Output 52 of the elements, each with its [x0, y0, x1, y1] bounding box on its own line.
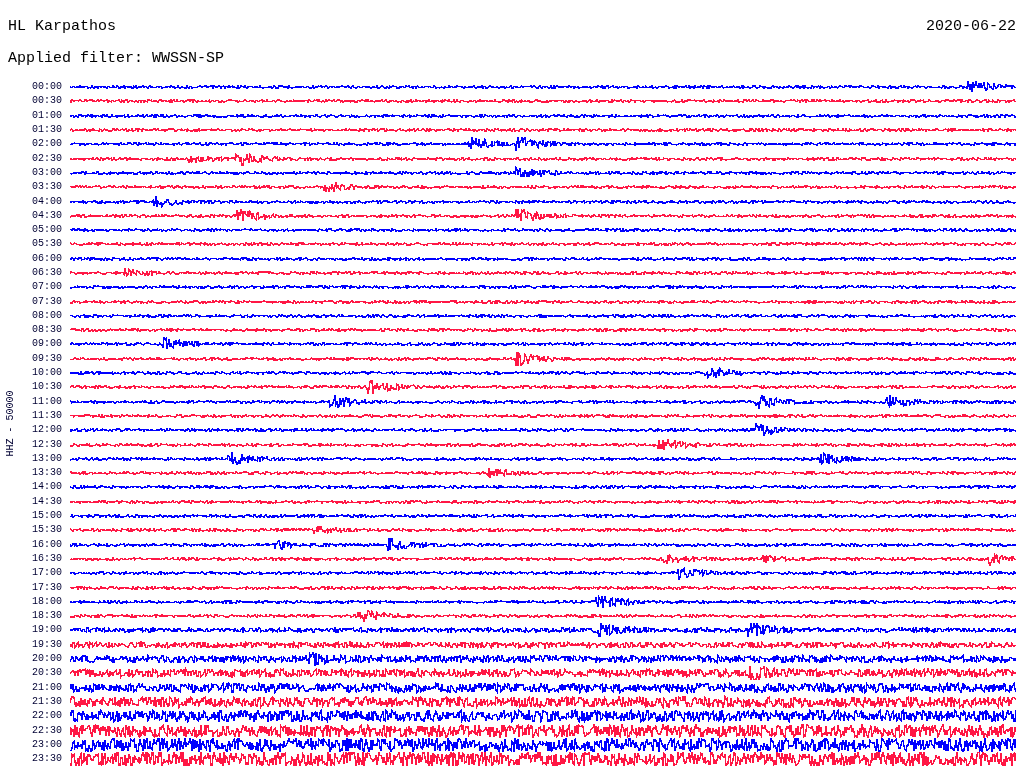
time-label: 05:00	[31, 224, 63, 237]
time-label: 18:30	[31, 610, 63, 623]
time-label: 17:30	[31, 581, 63, 594]
time-label: 09:00	[31, 338, 63, 351]
time-label: 10:00	[31, 367, 63, 380]
time-label: 21:00	[31, 681, 63, 694]
time-label: 14:00	[31, 481, 63, 494]
time-label: 22:00	[31, 710, 63, 723]
filter-label: Applied filter: WWSSN-SP	[8, 50, 225, 67]
time-label: 07:30	[31, 295, 63, 308]
time-label: 19:00	[31, 624, 63, 637]
time-label: 08:30	[31, 324, 63, 337]
time-label: 11:30	[31, 409, 63, 422]
time-label: 16:00	[31, 538, 63, 551]
time-label: 21:30	[31, 695, 63, 708]
time-label: 09:30	[31, 352, 63, 365]
axis-label: HHZ - 50000	[3, 390, 17, 457]
time-label: 08:00	[31, 309, 63, 322]
time-label: 00:00	[31, 81, 63, 94]
time-label: 15:30	[31, 524, 63, 537]
time-label: 10:30	[31, 381, 63, 394]
station-name: HL Karpathos	[8, 18, 117, 36]
time-label: 03:00	[31, 166, 63, 179]
time-label: 04:00	[31, 195, 63, 208]
time-label: 00:30	[31, 95, 63, 108]
time-label: 16:30	[31, 552, 63, 565]
time-label: 12:30	[31, 438, 63, 451]
time-label: 22:30	[31, 724, 63, 737]
time-label: 01:00	[31, 109, 63, 122]
time-label: 12:00	[31, 424, 63, 437]
time-label: 15:00	[31, 510, 63, 523]
time-label: 05:30	[31, 238, 63, 251]
time-label: 02:30	[31, 152, 63, 165]
time-label: 23:00	[31, 738, 63, 751]
time-label: 18:00	[31, 595, 63, 608]
time-label: 20:00	[31, 653, 63, 665]
time-label: 01:30	[31, 124, 63, 137]
time-label: 19:30	[31, 638, 63, 651]
time-label: 17:00	[31, 567, 63, 580]
time-label: 02:00	[31, 138, 63, 151]
time-label: 14:30	[31, 495, 63, 508]
time-label: 07:00	[31, 281, 63, 294]
time-label: 20:30	[31, 667, 63, 680]
time-label: 06:30	[31, 267, 63, 279]
time-label: 03:30	[31, 181, 63, 194]
time-label: 06:00	[31, 252, 63, 265]
time-label: 23:30	[31, 753, 63, 766]
time-label: 13:00	[31, 452, 63, 465]
date-label: 2020-06-22	[926, 18, 1016, 36]
time-label: 13:30	[31, 467, 63, 480]
time-label: 04:30	[31, 209, 63, 222]
time-label: 11:00	[31, 395, 63, 408]
